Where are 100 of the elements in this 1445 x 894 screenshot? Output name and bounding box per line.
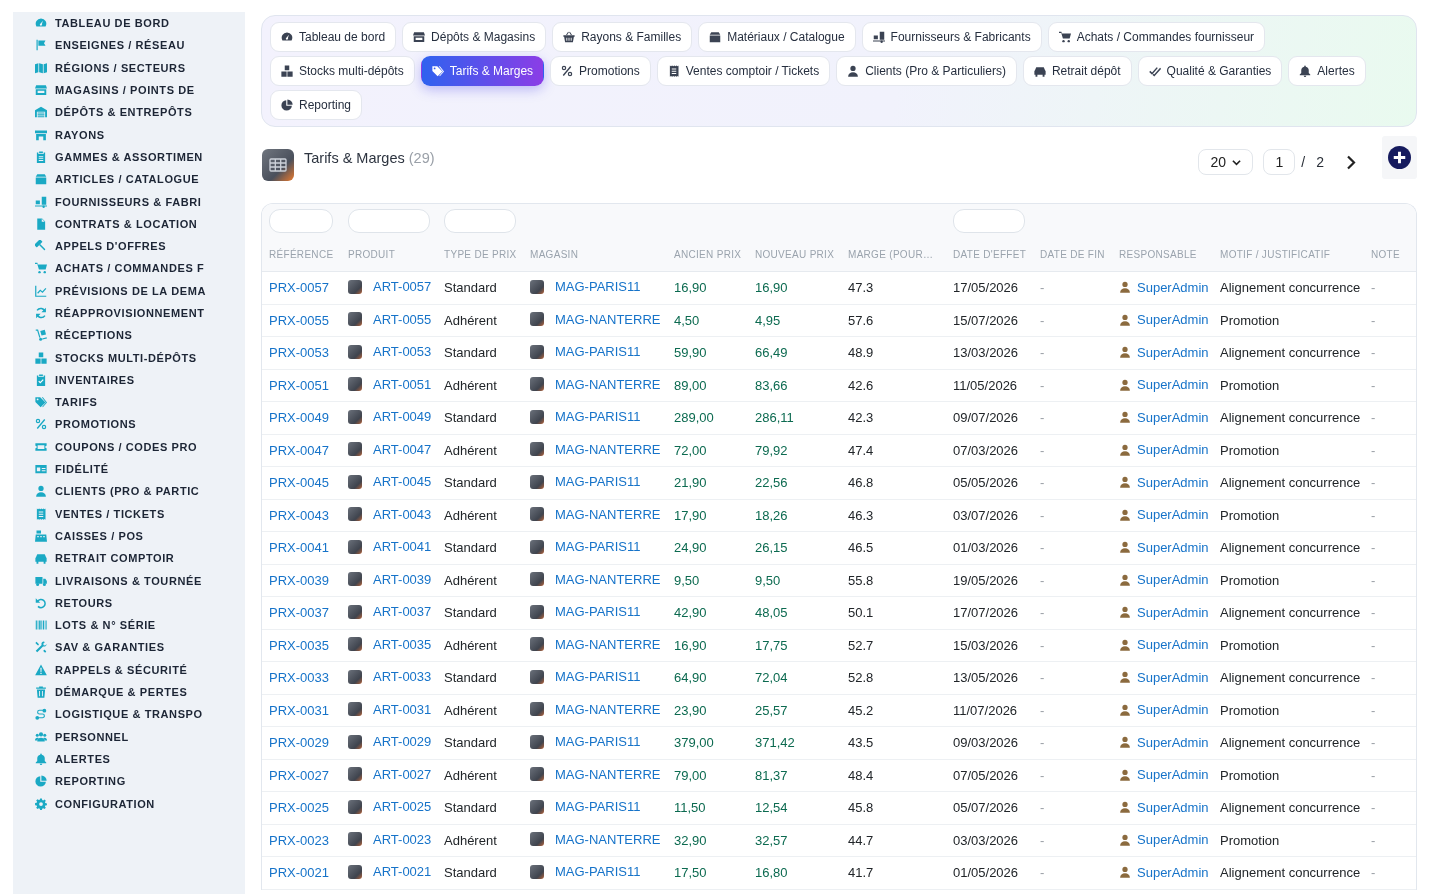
table-link[interactable]: PRX-0045 — [269, 475, 329, 491]
sidebar-item[interactable]: LOTS & N° SÉRIE — [35, 618, 156, 633]
table-link[interactable]: SuperAdmin — [1137, 409, 1209, 425]
table-link[interactable]: PRX-0021 — [269, 865, 329, 881]
tab[interactable]: Promotions — [550, 56, 651, 86]
table-link[interactable]: ART-0027 — [373, 766, 432, 782]
table-link[interactable]: MAG-PARIS11 — [555, 279, 641, 294]
sidebar-item[interactable]: REPORTING — [35, 774, 126, 789]
sidebar-item[interactable]: LOGISTIQUE & TRANSPO — [35, 707, 203, 722]
table-link[interactable]: MAG-PARIS11 — [555, 734, 641, 749]
table-link[interactable]: MAG-PARIS11 — [555, 539, 641, 554]
table-link[interactable]: ART-0051 — [373, 376, 432, 392]
tab[interactable]: Clients (Pro & Particuliers) — [836, 56, 1017, 86]
sidebar-item[interactable]: CAISSES / POS — [35, 528, 144, 543]
sidebar-item[interactable]: CONTRATS & LOCATION — [35, 216, 198, 231]
table-link[interactable]: SuperAdmin — [1137, 539, 1209, 555]
tab[interactable]: Alertes — [1288, 56, 1366, 86]
tab[interactable]: Dépôts & Magasins — [402, 22, 547, 52]
table-link[interactable]: PRX-0039 — [269, 572, 329, 588]
table-link[interactable]: PRX-0057 — [269, 280, 329, 296]
sidebar-item[interactable]: RÉGIONS / SECTEURS — [35, 60, 186, 75]
sidebar-item[interactable]: RETRAIT COMPTOIR — [35, 551, 175, 566]
table-link[interactable]: ART-0039 — [373, 571, 432, 587]
table-link[interactable]: PRX-0037 — [269, 605, 329, 621]
filter-field[interactable] — [444, 208, 516, 233]
table-link[interactable]: ART-0053 — [373, 344, 432, 359]
table-link[interactable]: MAG-NANTERRE — [555, 636, 661, 652]
table-link[interactable]: ART-0033 — [373, 669, 432, 684]
tab[interactable]: Qualité & Garanties — [1137, 56, 1283, 86]
sidebar-item[interactable]: RAPPELS & SÉCURITÉ — [35, 662, 188, 677]
tab[interactable]: Stocks multi-dépôts — [270, 56, 415, 86]
table-link[interactable]: MAG-PARIS11 — [555, 344, 641, 359]
table-link[interactable]: MAG-NANTERRE — [555, 701, 661, 717]
tab[interactable]: Reporting — [270, 90, 363, 120]
sidebar-item[interactable]: TABLEAU DE BORD — [35, 16, 170, 31]
sidebar-item[interactable]: TARIFS — [35, 395, 98, 410]
sidebar-item[interactable]: RAYONS — [35, 127, 105, 142]
table-link[interactable]: PRX-0027 — [269, 767, 329, 783]
add-button[interactable] — [1382, 136, 1417, 179]
table-link[interactable]: ART-0023 — [373, 831, 432, 847]
sidebar-item[interactable]: DÉMARQUE & PERTES — [35, 685, 188, 700]
table-link[interactable]: SuperAdmin — [1137, 832, 1209, 847]
sidebar-item[interactable]: APPELS D'OFFRES — [35, 239, 167, 254]
sidebar-item[interactable]: STOCKS MULTI-DÉPÔTS — [35, 350, 197, 365]
sidebar-item[interactable]: CONFIGURATION — [35, 796, 155, 811]
sidebar-item[interactable]: SAV & GARANTIES — [35, 640, 165, 655]
sidebar-item[interactable]: ALERTES — [35, 751, 111, 766]
table-link[interactable]: ART-0057 — [373, 279, 432, 294]
table-link[interactable]: MAG-PARIS11 — [555, 799, 641, 814]
sidebar-item[interactable]: FOURNISSEURS & FABRI — [35, 194, 202, 209]
table-link[interactable]: SuperAdmin — [1137, 604, 1209, 620]
tab[interactable]: Fournisseurs & Fabricants — [861, 22, 1042, 52]
table-link[interactable]: PRX-0051 — [269, 377, 329, 393]
table-link[interactable]: PRX-0047 — [269, 442, 329, 458]
table-link[interactable]: PRX-0043 — [269, 507, 329, 523]
tab[interactable]: Rayons & Familles — [552, 22, 693, 52]
sidebar-item[interactable]: ENSEIGNES / RÉSEAU — [35, 38, 185, 53]
table-link[interactable]: SuperAdmin — [1137, 572, 1209, 587]
tab[interactable]: Matériaux / Catalogue — [698, 22, 856, 52]
table-link[interactable]: SuperAdmin — [1137, 734, 1209, 750]
sidebar-item[interactable]: LIVRAISONS & TOURNÉE — [35, 573, 202, 588]
table-link[interactable]: ART-0041 — [373, 539, 432, 554]
sidebar-item[interactable]: PRÉVISIONS DE LA DEMA — [35, 283, 206, 298]
sidebar-item[interactable]: DÉPÔTS & ENTREPÔTS — [35, 105, 193, 120]
table-link[interactable]: MAG-NANTERRE — [555, 766, 661, 782]
table-link[interactable]: PRX-0033 — [269, 670, 329, 686]
table-link[interactable]: SuperAdmin — [1137, 702, 1209, 717]
table-link[interactable]: MAG-PARIS11 — [555, 409, 641, 424]
table-link[interactable]: MAG-PARIS11 — [555, 474, 641, 489]
table-link[interactable]: MAG-NANTERRE — [555, 376, 661, 392]
page-size-select[interactable]: 20 — [1198, 149, 1254, 175]
table-link[interactable]: PRX-0035 — [269, 637, 329, 653]
table-link[interactable]: MAG-NANTERRE — [555, 441, 661, 457]
table-link[interactable]: SuperAdmin — [1137, 864, 1209, 880]
sidebar-item[interactable]: MAGASINS / POINTS DE — [35, 83, 195, 98]
table-link[interactable]: PRX-0025 — [269, 800, 329, 816]
table-link[interactable]: ART-0021 — [373, 864, 432, 879]
table-link[interactable]: ART-0047 — [373, 441, 432, 457]
table-link[interactable]: ART-0055 — [373, 311, 432, 327]
table-link[interactable]: SuperAdmin — [1137, 669, 1209, 685]
sidebar-item[interactable]: VENTES / TICKETS — [35, 506, 165, 521]
table-link[interactable]: MAG-PARIS11 — [555, 669, 641, 684]
table-link[interactable]: MAG-PARIS11 — [555, 604, 641, 619]
table-link[interactable]: SuperAdmin — [1137, 312, 1209, 327]
filter-field[interactable] — [269, 208, 333, 233]
table-link[interactable]: SuperAdmin — [1137, 279, 1209, 295]
next-page-button[interactable] — [1346, 154, 1356, 170]
table-link[interactable]: SuperAdmin — [1137, 767, 1209, 782]
table-link[interactable]: SuperAdmin — [1137, 474, 1209, 490]
table-link[interactable]: SuperAdmin — [1137, 344, 1209, 360]
sidebar-item[interactable]: RETOURS — [35, 595, 113, 610]
table-link[interactable]: MAG-NANTERRE — [555, 506, 661, 522]
tab[interactable]: Tarifs & Marges — [420, 56, 545, 86]
filter-field[interactable] — [953, 208, 1025, 233]
table-link[interactable]: MAG-NANTERRE — [555, 571, 661, 587]
tab[interactable]: Ventes comptoir / Tickets — [656, 56, 831, 86]
sidebar-item[interactable]: INVENTAIRES — [35, 372, 135, 387]
table-link[interactable]: MAG-NANTERRE — [555, 831, 661, 847]
sidebar-item[interactable]: COUPONS / CODES PRO — [35, 439, 198, 454]
table-link[interactable]: PRX-0055 — [269, 312, 329, 328]
